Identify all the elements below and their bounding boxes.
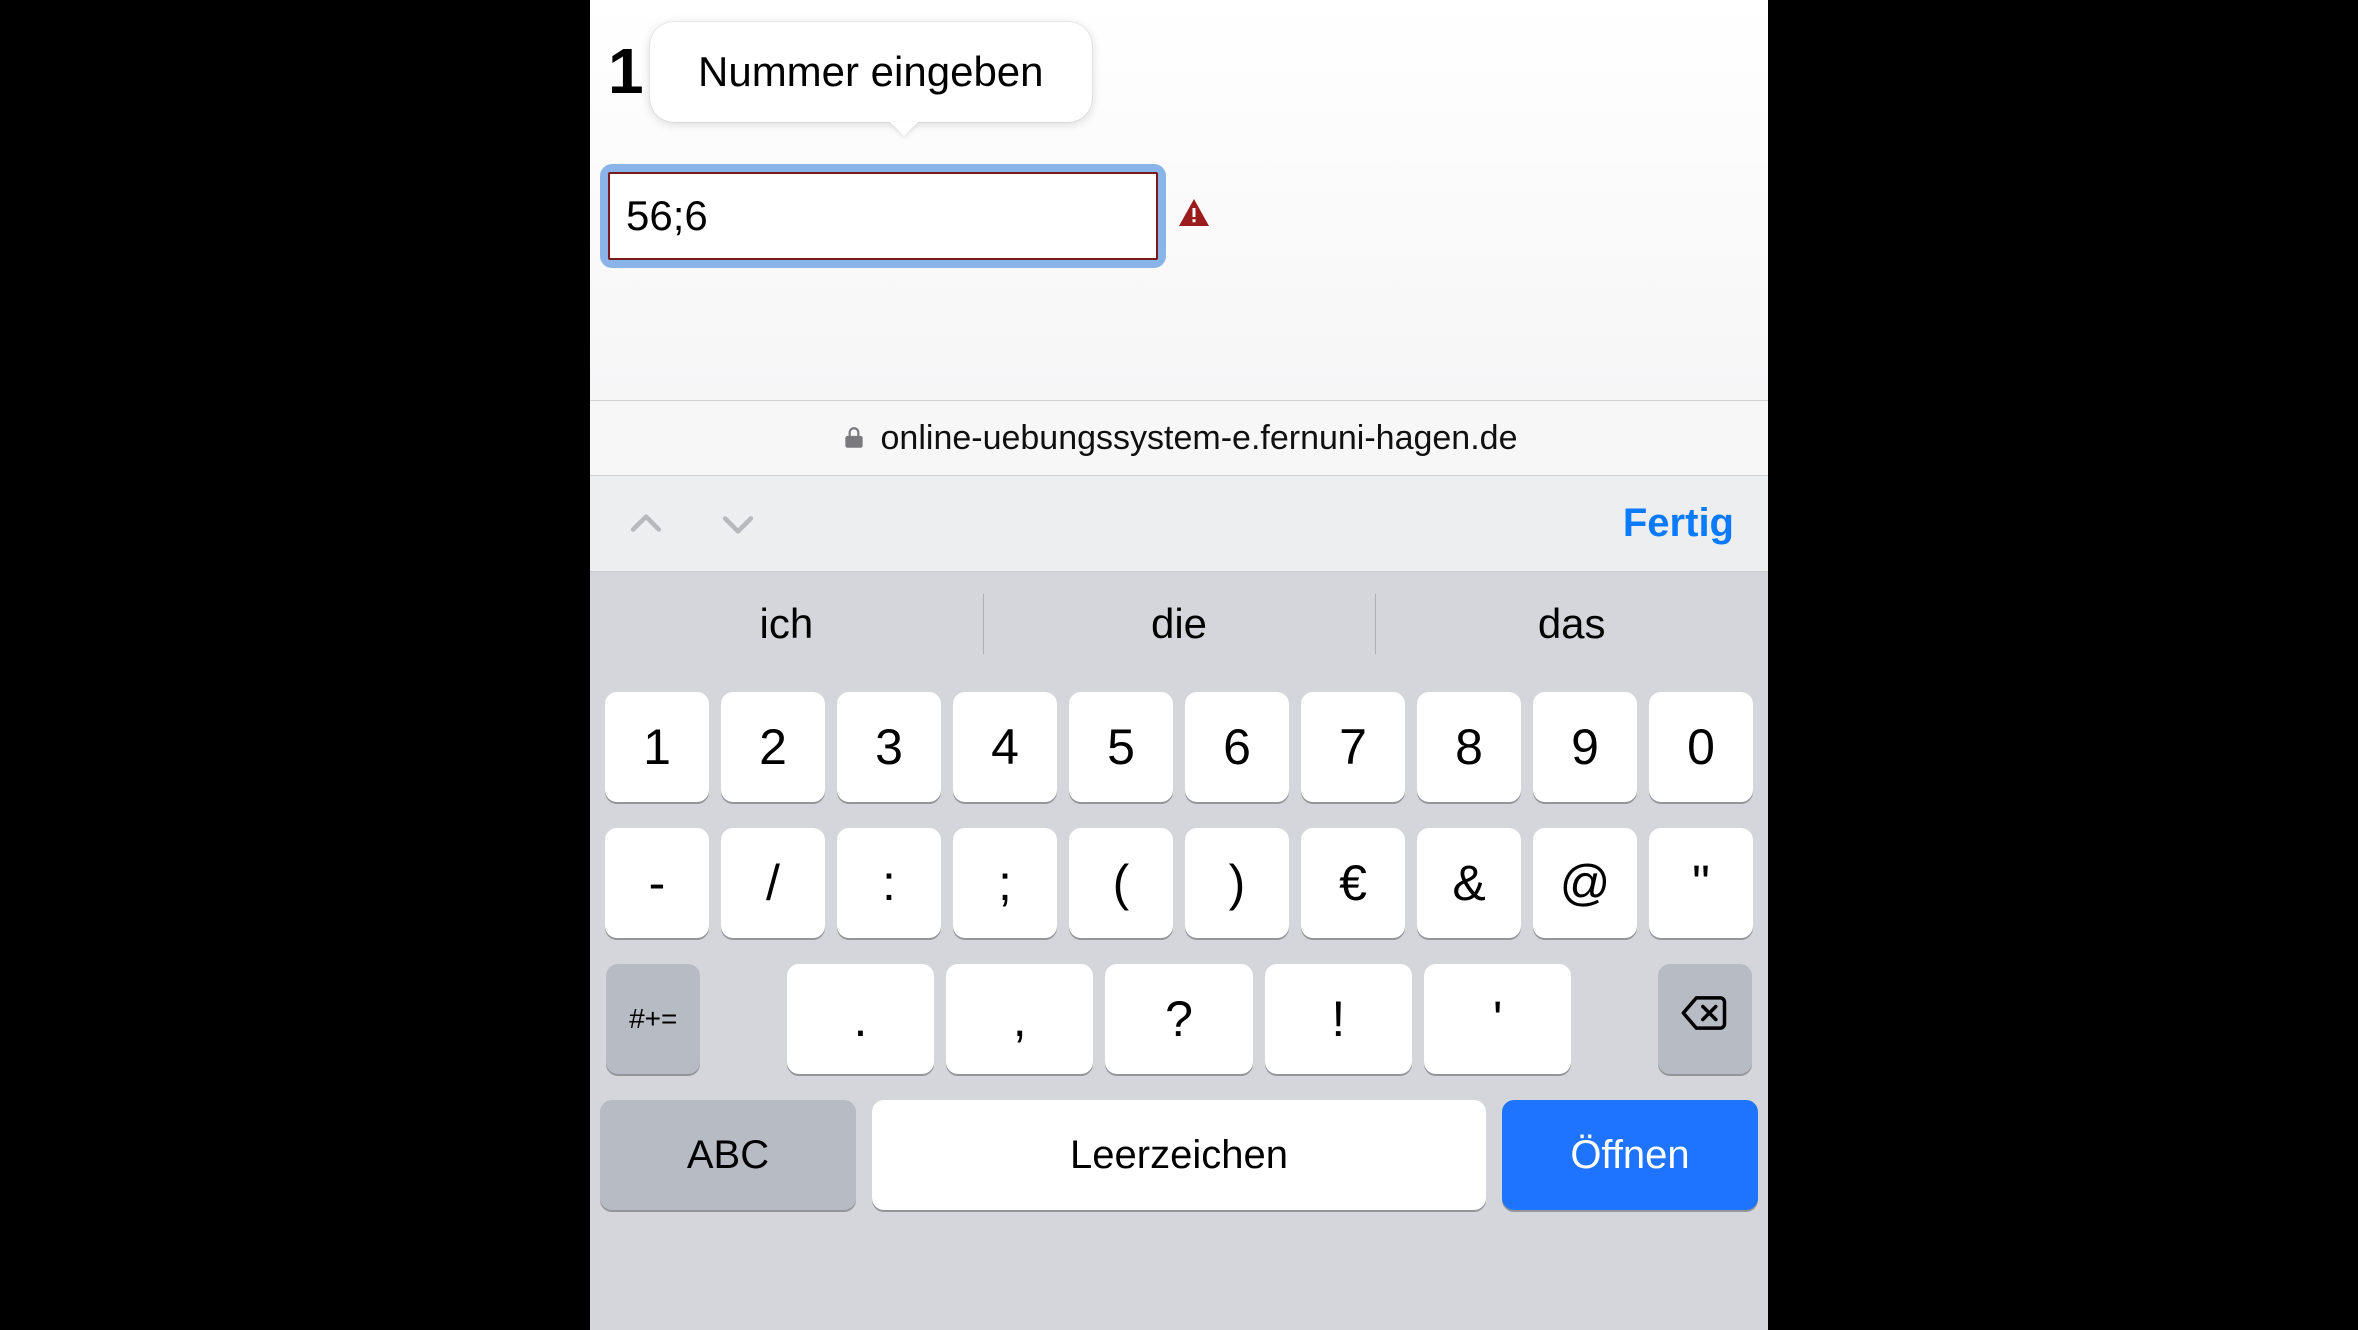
question-number: 1	[608, 34, 644, 108]
key-6[interactable]: 6	[1185, 692, 1289, 802]
keyboard-row-2: - / : ; ( ) € & @ "	[600, 828, 1758, 938]
suggestion-2[interactable]: die	[983, 572, 1376, 676]
warning-icon	[1176, 196, 1212, 237]
key-0[interactable]: 0	[1649, 692, 1753, 802]
key-exclaim[interactable]: !	[1265, 964, 1412, 1074]
key-ampersand[interactable]: &	[1417, 828, 1521, 938]
key-semicolon[interactable]: ;	[953, 828, 1057, 938]
suggestion-3[interactable]: das	[1375, 572, 1768, 676]
address-bar-domain: online-uebungssystem-e.fernuni-hagen.de	[881, 419, 1518, 458]
key-dash[interactable]: -	[605, 828, 709, 938]
keyboard-row-3: #+= . , ? ! '	[600, 964, 1758, 1074]
key-paren-open[interactable]: (	[1069, 828, 1173, 938]
key-slash[interactable]: /	[721, 828, 825, 938]
key-quote[interactable]: "	[1649, 828, 1753, 938]
address-bar[interactable]: online-uebungssystem-e.fernuni-hagen.de	[590, 400, 1768, 476]
key-paren-close[interactable]: )	[1185, 828, 1289, 938]
key-8[interactable]: 8	[1417, 692, 1521, 802]
input-row	[600, 164, 1212, 268]
key-open[interactable]: Öffnen	[1502, 1100, 1758, 1210]
phone-frame: 1 Nummer eingeben online-uebungssystem-e…	[590, 0, 1768, 1330]
key-at[interactable]: @	[1533, 828, 1637, 938]
backspace-icon	[1679, 987, 1731, 1051]
keyboard-suggestions: ich die das	[590, 572, 1768, 676]
key-abc[interactable]: ABC	[600, 1100, 856, 1210]
key-period[interactable]: .	[787, 964, 934, 1074]
keyboard-row-4: ABC Leerzeichen Öffnen	[600, 1100, 1758, 1210]
suggestion-1[interactable]: ich	[590, 572, 983, 676]
key-colon[interactable]: :	[837, 828, 941, 938]
page-content: 1 Nummer eingeben	[590, 0, 1768, 400]
input-focus-ring	[600, 164, 1166, 268]
key-comma[interactable]: ,	[946, 964, 1093, 1074]
keyboard: 1 2 3 4 5 6 7 8 9 0 - / : ; ( ) € & @ " …	[590, 676, 1768, 1330]
key-7[interactable]: 7	[1301, 692, 1405, 802]
key-apostrophe[interactable]: '	[1424, 964, 1571, 1074]
chevron-down-icon[interactable]	[716, 502, 760, 546]
key-4[interactable]: 4	[953, 692, 1057, 802]
keyboard-accessory: Fertig	[590, 476, 1768, 572]
key-2[interactable]: 2	[721, 692, 825, 802]
number-input[interactable]	[608, 172, 1158, 260]
key-euro[interactable]: €	[1301, 828, 1405, 938]
key-5[interactable]: 5	[1069, 692, 1173, 802]
chevron-up-icon[interactable]	[624, 502, 668, 546]
key-3[interactable]: 3	[837, 692, 941, 802]
lock-icon	[841, 425, 867, 451]
key-question[interactable]: ?	[1105, 964, 1252, 1074]
key-9[interactable]: 9	[1533, 692, 1637, 802]
input-tooltip: Nummer eingeben	[650, 22, 1092, 122]
key-1[interactable]: 1	[605, 692, 709, 802]
keyboard-row-1: 1 2 3 4 5 6 7 8 9 0	[600, 692, 1758, 802]
key-backspace[interactable]	[1658, 964, 1752, 1074]
done-button[interactable]: Fertig	[1623, 501, 1734, 546]
key-space[interactable]: Leerzeichen	[872, 1100, 1486, 1210]
key-symbols-mode[interactable]: #+=	[606, 964, 700, 1074]
